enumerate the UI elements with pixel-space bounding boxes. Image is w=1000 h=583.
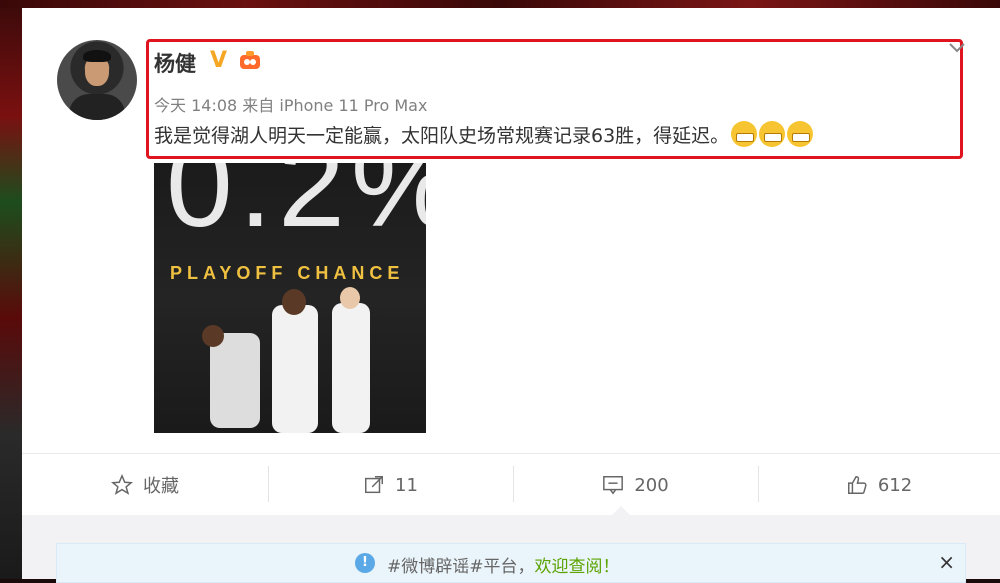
comment-icon <box>602 474 624 496</box>
player-left <box>210 333 260 428</box>
level-badge-icon <box>238 50 262 72</box>
notice-link[interactable]: 欢迎查阅！ <box>535 557 620 577</box>
avatar-hair <box>83 50 111 62</box>
comment-button[interactable]: 200 <box>513 454 758 516</box>
player-left-head <box>202 325 224 347</box>
like-count: 612 <box>877 474 913 496</box>
share-icon <box>363 474 385 496</box>
favorite-button[interactable]: 收藏 <box>22 454 268 516</box>
notice-prefix: #微博辟谣#平台， <box>387 557 535 577</box>
grin-icon <box>759 121 786 147</box>
image-big-text: 0.2% <box>166 163 426 252</box>
favorite-label: 收藏 <box>143 476 179 497</box>
chevron-down-icon[interactable] <box>948 38 966 57</box>
post-text: 我是觉得湖人明天一定能赢，太阳队史场常规赛记录63胜，得延迟。 <box>154 121 814 148</box>
player-right-head <box>340 287 360 309</box>
avatar[interactable] <box>57 40 137 120</box>
image-sub-text: PLAYOFF CHANCE <box>170 263 405 283</box>
repost-button[interactable]: 11 <box>268 454 513 516</box>
player-center-head <box>282 289 306 315</box>
star-icon <box>110 473 134 496</box>
action-bar: 收藏 11 200 612 <box>22 453 1000 516</box>
player-center <box>272 305 318 433</box>
background-top-strip <box>0 0 1000 8</box>
grin-icon <box>731 121 758 147</box>
comment-count: 200 <box>634 474 669 496</box>
comment-pointer <box>612 506 630 515</box>
info-icon: ! <box>355 553 375 573</box>
rumor-notice-bar: ! #微博辟谣#平台，欢迎查阅！ × <box>56 543 966 583</box>
notice-area: ! #微博辟谣#平台，欢迎查阅！ × <box>22 515 1000 583</box>
like-button[interactable]: 612 <box>758 454 1000 516</box>
author-name[interactable]: 杨健 <box>154 48 196 78</box>
post-image[interactable]: 0.2% PLAYOFF CHANCE <box>154 163 426 433</box>
verified-badge-icon: V <box>210 48 228 73</box>
player-right <box>332 303 370 433</box>
post-text-body: 我是觉得湖人明天一定能赢，太阳队史场常规赛记录63胜，得延迟。 <box>154 125 730 147</box>
notice-text: #微博辟谣#平台，欢迎查阅！ <box>387 552 620 577</box>
post-meta: 今天 14:08 来自 iPhone 11 Pro Max <box>154 96 428 115</box>
repost-count: 11 <box>395 474 418 496</box>
close-icon[interactable]: × <box>938 550 955 574</box>
grin-icon <box>787 121 814 147</box>
thumbs-up-icon <box>846 474 868 496</box>
avatar-shirt <box>69 94 125 120</box>
